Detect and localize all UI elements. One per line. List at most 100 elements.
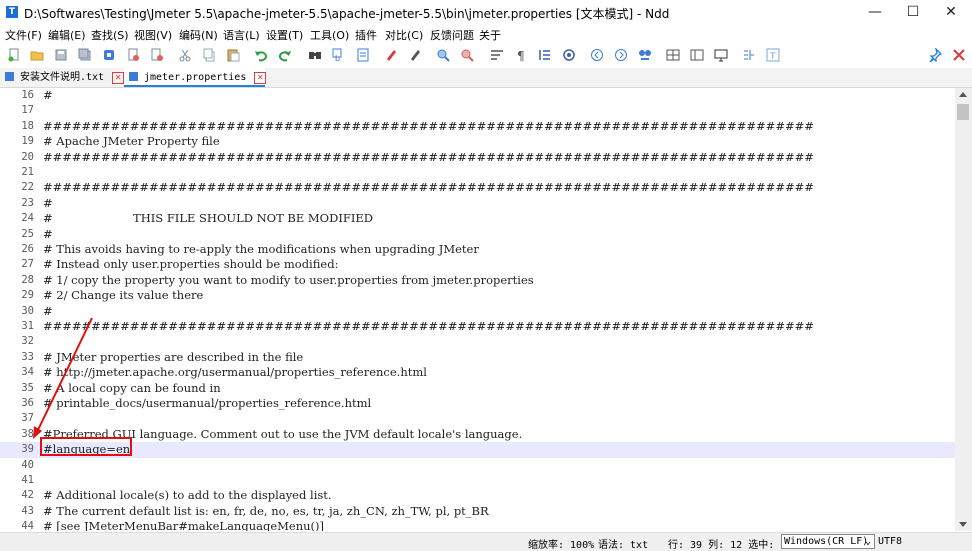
editor-line[interactable]: 20 ######################################… bbox=[0, 150, 955, 165]
prev-icon[interactable] bbox=[590, 48, 604, 62]
svg-text:T: T bbox=[769, 52, 776, 62]
menu-settings[interactable]: 设置(T) bbox=[266, 27, 303, 43]
menu-file[interactable]: 文件(F) bbox=[5, 27, 42, 43]
close-button[interactable]: ✕ bbox=[932, 2, 970, 22]
line-text: # printable_docs/usermanual/properties_r… bbox=[43, 396, 372, 410]
line-text: # Apache JMeter Property file bbox=[43, 134, 220, 149]
menu-plugins[interactable]: 插件 bbox=[355, 27, 377, 43]
show-symbols-icon[interactable]: ¶ bbox=[514, 48, 528, 62]
editor-line[interactable]: 35 # A local copy can be found in bbox=[0, 381, 955, 396]
editor-line[interactable]: 18 ######################################… bbox=[0, 119, 955, 134]
editor-line[interactable]: 17 bbox=[0, 103, 955, 118]
line-text: # 1/ copy the property you want to modif… bbox=[43, 272, 534, 287]
editor-line[interactable]: 29 # 2/ Change its value there bbox=[0, 288, 955, 303]
line-text: # JMeter properties are described in the… bbox=[43, 349, 304, 364]
editor-line[interactable]: 30 # bbox=[0, 304, 955, 319]
bookmark-icon[interactable] bbox=[562, 48, 576, 62]
editor-line[interactable]: 32 bbox=[0, 334, 955, 349]
line-number: 36 bbox=[21, 397, 34, 409]
editor-line[interactable]: 28 # 1/ copy the property you want to mod… bbox=[0, 273, 955, 288]
next-icon[interactable] bbox=[614, 48, 628, 62]
table-icon[interactable] bbox=[666, 48, 680, 62]
editor-line[interactable]: 31 ######################################… bbox=[0, 319, 955, 334]
editor-line[interactable]: 41 bbox=[0, 473, 955, 488]
save-icon[interactable] bbox=[54, 48, 68, 62]
minimize-button[interactable]: — bbox=[856, 2, 894, 22]
editor-line[interactable]: 21 bbox=[0, 165, 955, 180]
clear-mark-icon[interactable] bbox=[408, 48, 422, 62]
redo-icon[interactable] bbox=[278, 48, 292, 62]
editor-line[interactable]: 33 # JMeter properties are described in t… bbox=[0, 350, 955, 365]
compare-icon[interactable] bbox=[638, 48, 652, 62]
menu-encoding[interactable]: 编码(N) bbox=[179, 27, 218, 43]
menu-bar: 文件(F) 编辑(E) 查找(S) 视图(V) 编码(N) 语言(L) 设置(T… bbox=[0, 24, 972, 44]
vertical-scrollbar[interactable] bbox=[955, 88, 972, 531]
scroll-up-icon[interactable] bbox=[959, 92, 967, 97]
menu-about[interactable]: 关于 bbox=[479, 27, 501, 43]
editor-line[interactable]: 24 # THIS FILE SHOULD NOT BE MODIFIED bbox=[0, 211, 955, 226]
menu-edit[interactable]: 编辑(E) bbox=[48, 27, 86, 43]
mark-icon[interactable] bbox=[384, 48, 398, 62]
tab-install-notes[interactable]: 安装文件说明.txt ✕ bbox=[5, 68, 125, 87]
tab-jmeter-properties[interactable]: jmeter.properties ✕ bbox=[124, 68, 267, 87]
close-all-icon[interactable] bbox=[126, 48, 140, 62]
close-others-icon[interactable] bbox=[150, 48, 164, 62]
eol-select[interactable]: Windows(CR LF) ⌄ bbox=[781, 534, 875, 549]
copy-icon[interactable] bbox=[202, 48, 216, 62]
wrap-icon[interactable] bbox=[490, 48, 504, 62]
line-text: ########################################… bbox=[43, 149, 814, 164]
undo-icon[interactable] bbox=[254, 48, 268, 62]
tab-close-icon[interactable]: ✕ bbox=[254, 72, 267, 84]
close-red-icon[interactable] bbox=[952, 48, 966, 62]
zoom-in-icon[interactable] bbox=[436, 48, 450, 62]
replace-icon[interactable]: b bbox=[332, 48, 346, 62]
find-icon[interactable] bbox=[308, 48, 322, 62]
menu-compare[interactable]: 对比(C) bbox=[385, 27, 423, 43]
close-file-icon[interactable] bbox=[102, 48, 116, 62]
editor-line[interactable]: 19 # Apache JMeter Property file bbox=[0, 134, 955, 149]
cut-icon[interactable] bbox=[178, 48, 192, 62]
window-title: D:\Softwares\Testing\Jmeter 5.5\apache-j… bbox=[24, 7, 670, 21]
zoom-out-icon[interactable] bbox=[460, 48, 474, 62]
editor-line[interactable]: 37 bbox=[0, 411, 955, 426]
editor-line[interactable]: 42 # Additional locale(s) to add to the d… bbox=[0, 488, 955, 503]
menu-view[interactable]: 视图(V) bbox=[134, 27, 172, 43]
editor-line[interactable]: 16 # bbox=[0, 88, 955, 103]
editor-line[interactable]: 23 # bbox=[0, 196, 955, 211]
status-bar: 缩放率: 100% 语法: txt 行: 39 列: 12 选中: 0 Wind… bbox=[0, 532, 972, 551]
svg-text:¶: ¶ bbox=[517, 49, 525, 62]
editor-line[interactable]: 44 # [see JMeterMenuBar#makeLanguageMenu(… bbox=[0, 519, 955, 531]
menu-feedback[interactable]: 反馈问题 bbox=[430, 27, 474, 43]
pin-icon[interactable] bbox=[928, 48, 942, 62]
editor-line[interactable]: 25 # bbox=[0, 227, 955, 242]
editor-line[interactable]: 26 # This avoids having to re-apply the m… bbox=[0, 242, 955, 257]
editor-line[interactable]: 27 # Instead only user.properties should … bbox=[0, 257, 955, 272]
open-folder-icon[interactable] bbox=[30, 48, 44, 62]
editor-line[interactable]: 34 # http://jmeter.apache.org/usermanual/… bbox=[0, 365, 955, 380]
new-file-icon[interactable] bbox=[7, 48, 21, 62]
editor-line[interactable]: 22 ######################################… bbox=[0, 180, 955, 195]
editor-line[interactable]: 39 #language=en bbox=[0, 442, 955, 458]
menu-language[interactable]: 语言(L) bbox=[223, 27, 260, 43]
goto-icon[interactable] bbox=[356, 48, 370, 62]
editor-line[interactable]: 36 # printable_docs/usermanual/properties… bbox=[0, 396, 955, 411]
maximize-button[interactable]: ☐ bbox=[894, 2, 932, 22]
outline-icon[interactable] bbox=[742, 48, 756, 62]
panel-icon[interactable] bbox=[690, 48, 704, 62]
tab-close-icon[interactable]: ✕ bbox=[112, 72, 125, 84]
editor-line[interactable]: 38 #Preferred GUI language. Comment out t… bbox=[0, 427, 955, 442]
monitor-icon[interactable] bbox=[714, 48, 728, 62]
scrollbar-thumb[interactable] bbox=[957, 104, 969, 120]
indent-guide-icon[interactable] bbox=[538, 48, 552, 62]
editor-line[interactable]: 40 bbox=[0, 458, 955, 473]
editor-line[interactable]: 43 # The current default list is: en, fr,… bbox=[0, 504, 955, 519]
line-number: 19 bbox=[21, 135, 34, 148]
menu-search[interactable]: 查找(S) bbox=[91, 27, 129, 43]
save-all-icon[interactable] bbox=[78, 48, 92, 62]
scroll-down-icon[interactable] bbox=[959, 522, 967, 527]
encoding-status: UTF8 bbox=[878, 536, 903, 547]
text-editor[interactable]: 16 #17 18 #################################… bbox=[0, 88, 955, 531]
text-mode-icon[interactable]: T bbox=[766, 48, 780, 62]
menu-tools[interactable]: 工具(O) bbox=[310, 27, 349, 43]
paste-icon[interactable] bbox=[226, 48, 240, 62]
